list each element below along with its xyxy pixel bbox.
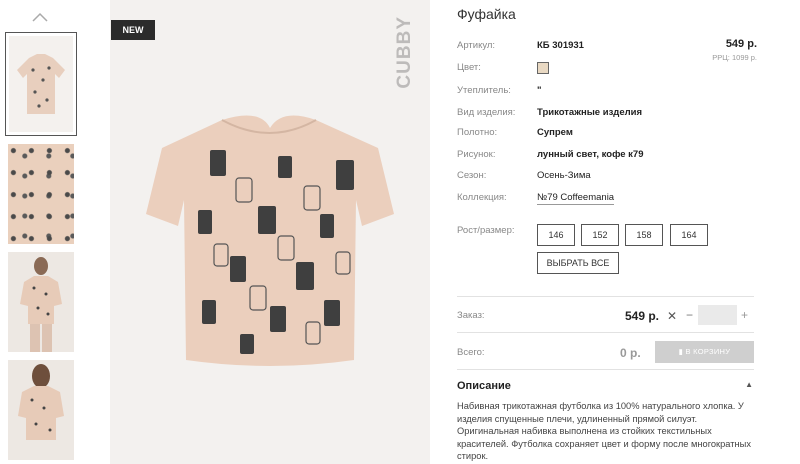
multiply-icon: ✕ — [667, 309, 678, 323]
cart-icon: ▮ — [678, 347, 684, 356]
spec-label: Рисунок: — [457, 149, 496, 160]
divider — [457, 332, 754, 333]
quantity-input[interactable] — [698, 305, 737, 325]
collection-link[interactable]: №79 Coffeemania — [537, 191, 615, 205]
order-unit-price: 549 р. — [625, 309, 660, 323]
spec-row-article: Артикул: КБ 301931 — [457, 39, 754, 53]
size-button-152[interactable]: 152 — [581, 224, 619, 246]
product-info-panel: Фуфайка Артикул: КБ 301931 549 р. РРЦ: 1… — [457, 0, 757, 464]
decrease-quantity-button[interactable]: − — [686, 308, 693, 322]
total-label: Всего: — [457, 347, 485, 358]
spec-label: Сезон: — [457, 170, 487, 181]
thumbnail-1[interactable] — [5, 32, 77, 136]
new-badge: NEW — [111, 20, 155, 40]
size-label: Рост/размер: — [457, 225, 515, 236]
size-button-146[interactable]: 146 — [537, 224, 575, 246]
thumbnail-2[interactable] — [8, 144, 74, 244]
spec-label: Артикул: — [457, 40, 496, 51]
thumbnail-3[interactable] — [8, 252, 74, 352]
brand-logo: CUBBY — [394, 16, 415, 89]
spec-value: лунный свет, кофе к79 — [537, 149, 644, 160]
spec-label: Полотно: — [457, 127, 498, 138]
description-heading[interactable]: Описание — [457, 380, 511, 392]
recommended-price: РРЦ: 1099 р. — [712, 53, 757, 62]
spec-value: КБ 301931 — [537, 40, 584, 51]
spec-label: Вид изделия: — [457, 107, 516, 118]
select-all-sizes-button[interactable]: ВЫБРАТЬ ВСЕ — [537, 252, 619, 274]
size-button-164[interactable]: 164 — [670, 224, 708, 246]
spec-value: Осень-Зима — [537, 170, 591, 181]
add-to-cart-label: В КОРЗИНУ — [685, 347, 731, 356]
order-label: Заказ: — [457, 310, 485, 321]
spec-label: Утеплитель: — [457, 85, 511, 96]
thumbnail-4[interactable] — [8, 360, 74, 460]
tshirt-illustration — [146, 115, 394, 366]
product-title: Фуфайка — [457, 6, 516, 22]
color-swatch[interactable] — [537, 62, 549, 74]
increase-quantity-button[interactable]: + — [741, 308, 748, 322]
add-to-cart-button[interactable]: ▮ В КОРЗИНУ — [655, 341, 754, 363]
divider — [457, 369, 754, 370]
spec-label: Коллекция: — [457, 192, 507, 203]
description-text: Набивная трикотажная футболка из 100% на… — [457, 401, 751, 461]
thumbnail-strip — [0, 0, 80, 464]
main-product-image: NEW CUBBY — [110, 0, 430, 464]
order-total: 0 р. — [620, 346, 641, 360]
spec-value: Супрем — [537, 127, 573, 138]
spec-value: Трикотажные изделия — [537, 107, 643, 118]
size-button-158[interactable]: 158 — [625, 224, 663, 246]
collapse-caret-icon[interactable]: ▲ — [745, 380, 753, 389]
product-price: 549 р. — [725, 38, 757, 50]
chevron-up-icon[interactable] — [31, 10, 49, 24]
spec-label: Цвет: — [457, 62, 481, 73]
spec-value: " — [537, 85, 542, 96]
divider — [457, 296, 754, 297]
